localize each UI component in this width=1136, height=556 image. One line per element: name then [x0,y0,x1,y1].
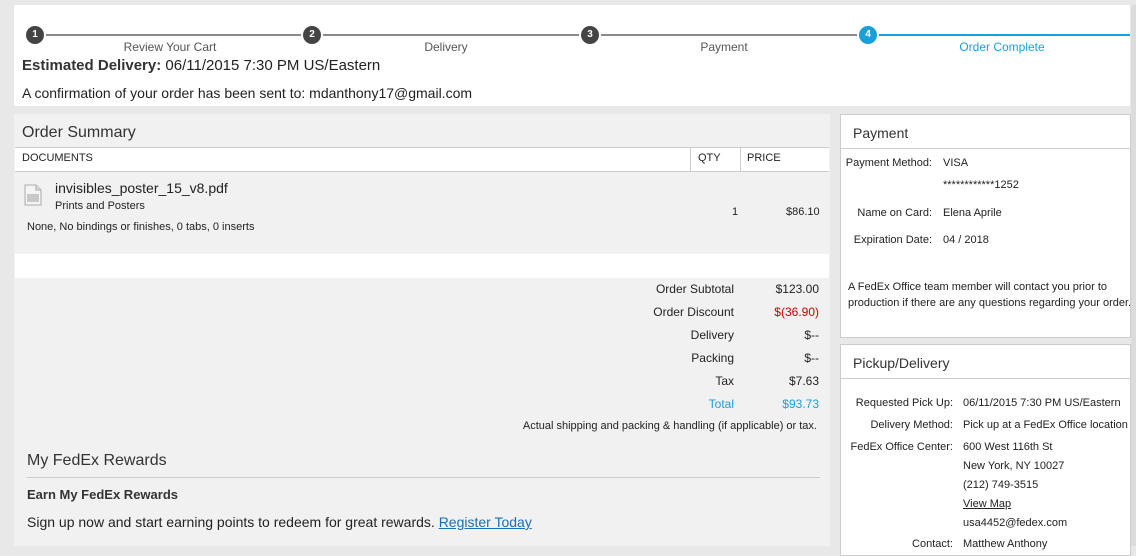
delivery-method-value: Pick up at a FedEx Office location [963,419,1128,431]
discount-label: Order Discount [653,305,734,319]
pickup-title: Pickup/Delivery [853,355,950,371]
register-today-link[interactable]: Register Today [439,514,532,530]
item-price: $86.10 [786,206,820,218]
step-1-marker: 1 [26,26,44,44]
pickup-delivery-panel: Pickup/Delivery Requested Pick Up: 06/11… [840,344,1131,556]
column-divider [690,148,691,171]
column-qty: QTY [698,152,721,164]
order-table-header: DOCUMENTS QTY PRICE [15,147,829,172]
contact-value: Matthew Anthony [963,538,1048,550]
tax-label: Tax [715,374,734,388]
progress-track [35,34,868,36]
card-number: ************1252 [943,179,1019,191]
column-documents: DOCUMENTS [22,152,93,164]
pickup-divider [841,378,1130,379]
payment-divider [841,148,1130,149]
payment-title: Payment [853,125,909,141]
delivery-label: Delivery [690,328,734,342]
item-filename: invisibles_poster_15_v8.pdf [55,180,228,196]
tax-value: $7.63 [788,374,819,388]
item-options: None, No bindings or finishes, 0 tabs, 0… [27,221,255,233]
shipping-note: Actual shipping and packing & handling (… [522,420,817,432]
expiration-label: Expiration Date: [853,234,932,246]
delivery-value: $-- [804,328,819,342]
page-scrollbar[interactable] [1131,5,1136,546]
subtotal-value: $123.00 [775,282,819,296]
estimated-delivery-label: Estimated Delivery: [22,57,162,74]
payment-note-line-2: production if there are any questions re… [848,297,1132,309]
step-3-marker: 3 [581,26,599,44]
step-2-marker: 2 [303,26,321,44]
rewards-text: Sign up now and start earning points to … [27,514,435,530]
step-2-label: Delivery [424,40,468,54]
delivery-method-label: Delivery Method: [870,419,953,431]
item-type: Prints and Posters [55,200,145,212]
column-divider [740,148,741,171]
rewards-divider [27,477,820,478]
requested-pickup-value: 06/11/2015 7:30 PM US/Eastern [963,397,1121,409]
packing-label: Packing [691,351,734,365]
discount-value: $(36.90) [774,305,819,319]
center-email: usa4452@fedex.com [963,517,1068,529]
center-address-street: 600 West 116th St [963,441,1053,453]
name-on-card-label: Name on Card: [857,207,932,219]
payment-method-label: Payment Method: [845,157,932,169]
progress-track-active [868,34,1130,36]
office-center-label: FedEx Office Center: [850,441,953,453]
total-value: $93.73 [782,397,819,411]
estimated-delivery: Estimated Delivery: 06/11/2015 7:30 PM U… [22,57,380,74]
step-3-label: Payment [700,40,748,54]
rewards-subtitle: Earn My FedEx Rewards [27,487,178,502]
center-address-city: New York, NY 10027 [963,460,1065,472]
confirmation-text: A confirmation of your order has been se… [22,85,306,101]
item-qty: 1 [732,206,739,218]
name-on-card-value: Elena Aprile [943,207,1002,219]
step-4-label: Order Complete [959,40,1045,54]
contact-label: Contact: [912,538,953,550]
expiration-value: 04 / 2018 [943,234,989,246]
payment-note-line-1: A FedEx Office team member will contact … [848,281,1108,293]
payment-method-value: VISA [943,157,969,169]
divider-strip [15,254,829,278]
step-4-marker: 4 [859,26,877,44]
estimated-delivery-value: 06/11/2015 7:30 PM US/Eastern [165,57,381,74]
rewards-text-line: Sign up now and start earning points to … [27,514,532,530]
packing-value: $-- [804,351,819,365]
step-1-label: Review Your Cart [123,40,217,54]
payment-panel: Payment Payment Method: VISA ***********… [840,114,1131,338]
column-price: PRICE [747,152,781,164]
view-map-link[interactable]: View Map [963,498,1011,510]
confirmation-message: A confirmation of your order has been se… [22,85,472,101]
document-icon [24,184,42,206]
order-summary-title: Order Summary [22,124,136,141]
total-label: Total [708,397,734,411]
confirmation-email: mdanthony17@gmail.com [309,85,473,101]
requested-pickup-label: Requested Pick Up: [855,397,953,409]
center-phone: (212) 749-3515 [963,479,1039,491]
rewards-title: My FedEx Rewards [27,452,167,469]
subtotal-label: Order Subtotal [655,282,734,296]
